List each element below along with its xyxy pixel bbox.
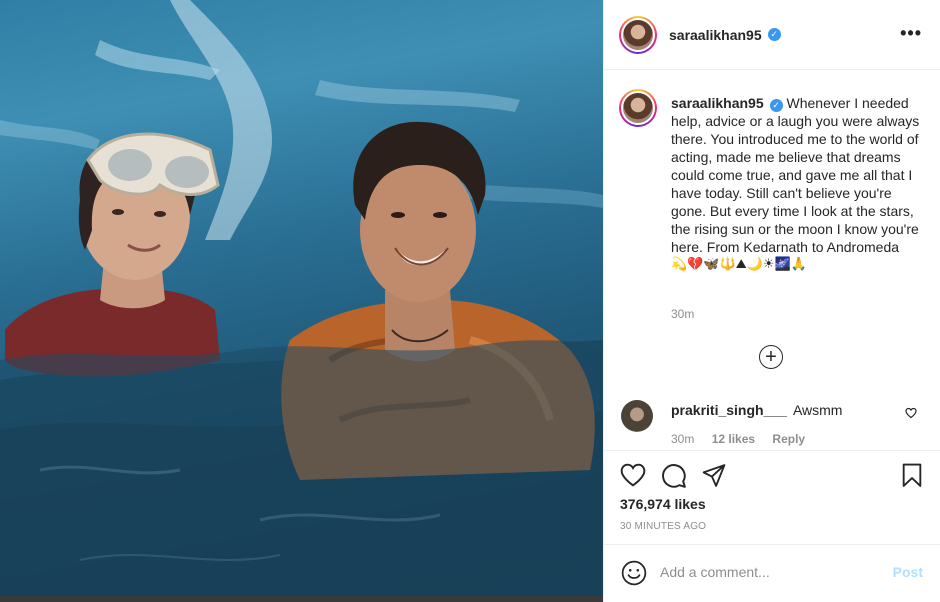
- caption-username[interactable]: saraalikhan95: [671, 95, 764, 111]
- comment-heart-icon[interactable]: [905, 407, 917, 419]
- likes-count[interactable]: 376,974 likes: [620, 496, 706, 512]
- share-icon[interactable]: [701, 463, 727, 488]
- comment-time[interactable]: 30m: [671, 432, 694, 446]
- caption: saraalikhan95 ✓ Whenever I needed help, a…: [671, 94, 921, 274]
- plus-circle-icon[interactable]: +: [759, 345, 783, 369]
- smiley-icon[interactable]: [621, 560, 647, 586]
- caption-text: Whenever I needed help, advice or a laug…: [671, 95, 920, 255]
- add-comment-bar: Post: [604, 544, 940, 602]
- commenter-avatar[interactable]: [621, 400, 653, 432]
- comment-body: prakriti_singh___ Awsmm: [671, 402, 842, 418]
- photo-bottom-edge: [0, 596, 603, 602]
- comment-input[interactable]: [660, 562, 880, 582]
- commenter-username[interactable]: prakriti_singh___: [671, 402, 787, 418]
- comment-likes[interactable]: 12 likes: [712, 432, 755, 446]
- caption-emojis: 💫💔🦋🔱⛰🌙☀🌌🙏: [671, 257, 807, 272]
- verified-badge-icon: ✓: [769, 99, 783, 112]
- caption-section: saraalikhan95 ✓ Whenever I needed help, a…: [604, 70, 940, 396]
- comment-icon[interactable]: [661, 463, 687, 489]
- more-options-icon[interactable]: •••: [900, 24, 922, 42]
- post-photo[interactable]: [0, 0, 603, 602]
- comment-text: Awsmm: [792, 402, 843, 418]
- author-username[interactable]: saraalikhan95: [669, 27, 762, 43]
- bookmark-icon[interactable]: [901, 463, 923, 488]
- heart-icon[interactable]: [620, 463, 646, 487]
- reply-button[interactable]: Reply: [772, 432, 805, 446]
- post-side-panel: saraalikhan95 ✓ ••• saraalikhan95 ✓ Whene…: [603, 0, 940, 602]
- post-comment-button[interactable]: Post: [893, 564, 923, 580]
- action-bar: 376,974 likes 30 MINUTES AGO: [604, 450, 940, 544]
- instagram-post-view: saraalikhan95 ✓ ••• saraalikhan95 ✓ Whene…: [0, 0, 940, 602]
- post-timestamp: 30 MINUTES AGO: [620, 521, 707, 532]
- comment-meta: 30m 12 likes Reply: [671, 432, 819, 446]
- verified-badge-icon: ✓: [767, 28, 781, 41]
- caption-author-avatar[interactable]: [619, 89, 657, 127]
- post-header: saraalikhan95 ✓ •••: [604, 0, 940, 70]
- comment-item: prakriti_singh___ Awsmm 30m 12 likes Repl…: [604, 396, 940, 450]
- photo-illustration: [0, 0, 603, 602]
- caption-time[interactable]: 30m: [671, 307, 694, 321]
- author-avatar[interactable]: [619, 15, 657, 54]
